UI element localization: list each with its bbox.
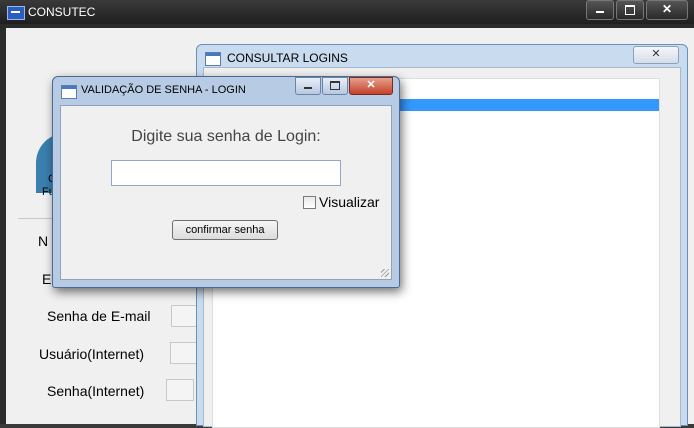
resize-grip-icon[interactable]	[381, 269, 389, 277]
email-password-field[interactable]	[171, 305, 199, 327]
password-prompt: Digite sua senha de Login:	[131, 128, 321, 145]
validation-minimize-button[interactable]	[295, 77, 321, 95]
window-icon	[61, 85, 77, 99]
maximize-button[interactable]	[616, 0, 644, 20]
validation-dialog: VALIDAÇÃO DE SENHA - LOGIN Digite sua se…	[52, 76, 400, 288]
consultar-logins-title: CONSULTAR LOGINS	[227, 51, 348, 65]
form-label-name: N	[38, 233, 49, 249]
validation-maximize-button[interactable]	[322, 77, 348, 95]
internet-user-field[interactable]	[170, 342, 198, 364]
main-window-title: CONSUTEC	[28, 5, 96, 19]
internet-password-field[interactable]	[166, 379, 194, 401]
app-icon	[7, 6, 25, 20]
validation-dialog-title: VALIDAÇÃO DE SENHA - LOGIN	[81, 84, 246, 96]
show-password-label[interactable]: Visualizar	[319, 194, 379, 210]
main-window-controls	[586, 0, 688, 20]
show-password-checkbox[interactable]	[303, 196, 316, 209]
validation-dialog-body: Digite sua senha de Login: Visualizar co…	[60, 105, 392, 280]
password-input[interactable]	[111, 160, 341, 186]
consultar-logins-close-button[interactable]	[633, 46, 679, 64]
window-icon	[205, 52, 221, 66]
form-label-internet-user: Usuário(Internet)	[39, 346, 145, 362]
validation-dialog-controls	[295, 77, 393, 95]
form-label-email-password: Senha de E-mail	[47, 308, 151, 324]
close-button[interactable]	[646, 0, 688, 20]
minimize-button[interactable]	[586, 0, 614, 20]
main-titlebar[interactable]: CONSUTEC	[0, 0, 694, 24]
form-label-internet-password: Senha(Internet)	[47, 383, 145, 399]
form-label-email: E	[42, 271, 52, 287]
validation-close-button[interactable]	[349, 77, 393, 95]
confirm-password-button[interactable]: confirmar senha	[172, 220, 278, 240]
